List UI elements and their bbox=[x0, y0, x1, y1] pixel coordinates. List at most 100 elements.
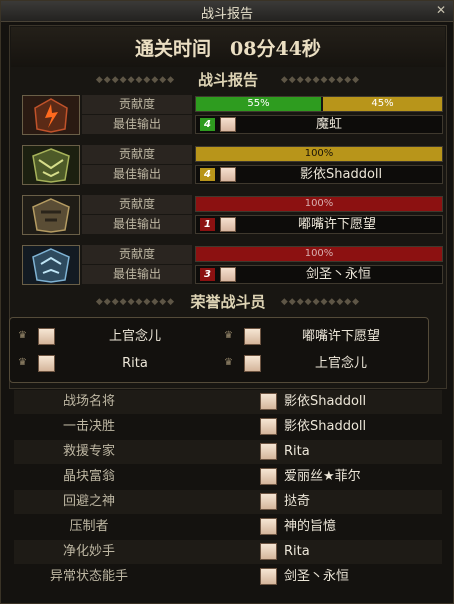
avatar bbox=[260, 568, 277, 585]
avatar bbox=[260, 418, 277, 435]
ornament-left: ◆◆◆◆◆◆◆◆◆◆ bbox=[95, 298, 176, 306]
rank-badge: 4 bbox=[200, 168, 215, 181]
stone-helmet-icon bbox=[22, 195, 80, 235]
avatar bbox=[244, 328, 261, 345]
report-heading: ◆◆◆◆◆◆◆◆◆◆ 战斗报告 ◆◆◆◆◆◆◆◆◆◆ bbox=[10, 70, 446, 90]
award-row: 回避之神 挞奇 bbox=[14, 490, 442, 514]
avatar bbox=[220, 267, 236, 282]
avatar bbox=[260, 518, 277, 535]
award-row: 压制者 神的旨憶 bbox=[14, 515, 442, 539]
contribution-label: 贡献度 bbox=[82, 95, 192, 114]
best-output-label: 最佳输出 bbox=[82, 215, 192, 234]
contribution-bar: 55% 45% bbox=[195, 96, 443, 112]
best-output-label: 最佳输出 bbox=[82, 165, 192, 184]
avatar bbox=[260, 468, 277, 485]
team-row: 贡献度 最佳输出 100% 3 剑圣丶永恒 bbox=[22, 245, 443, 285]
award-player: Rita bbox=[284, 544, 310, 559]
award-player: 影依Shaddoll bbox=[284, 394, 367, 409]
rank-badge: 3 bbox=[200, 268, 215, 281]
honor-player-name: 上官念儿 bbox=[314, 356, 367, 371]
award-player: 爱丽丝★菲尔 bbox=[284, 469, 361, 484]
honor-player-name: 上官念儿 bbox=[108, 329, 161, 344]
close-icon[interactable]: ✕ bbox=[434, 4, 448, 17]
ornament-right: ◆◆◆◆◆◆◆◆◆◆ bbox=[280, 76, 361, 84]
avatar bbox=[220, 167, 236, 182]
honor-entry: ♛ 上官念儿 bbox=[222, 353, 422, 375]
award-title: 救援专家 bbox=[62, 444, 115, 459]
best-output: 1 嘟嘴许下愿望 bbox=[195, 215, 443, 234]
honor-player-name: 嘟嘴许下愿望 bbox=[301, 329, 380, 344]
award-title: 晶块富翁 bbox=[62, 469, 115, 484]
honor-entry: ♛ 上官念儿 bbox=[16, 326, 216, 348]
title-bar: 战斗报告 ✕ bbox=[1, 1, 453, 22]
honor-entry: ♛ 嘟嘴许下愿望 bbox=[222, 326, 422, 348]
best-output-label: 最佳输出 bbox=[82, 265, 192, 284]
award-title: 一击决胜 bbox=[62, 419, 115, 434]
award-row: 一击决胜 影依Shaddoll bbox=[14, 415, 442, 439]
best-player-name: 魔虹 bbox=[316, 117, 343, 132]
clear-time: 通关时间 08分44秒 bbox=[11, 27, 445, 67]
award-title: 异常状态能手 bbox=[49, 569, 128, 584]
best-output-label: 最佳输出 bbox=[82, 115, 192, 134]
award-title: 回避之神 bbox=[62, 494, 115, 509]
avatar bbox=[38, 328, 55, 345]
award-player: Rita bbox=[284, 444, 310, 459]
best-player-name: 剑圣丶永恒 bbox=[306, 267, 372, 282]
honor-heading: ◆◆◆◆◆◆◆◆◆◆ 荣誉战斗员 ◆◆◆◆◆◆◆◆◆◆ bbox=[10, 292, 446, 312]
award-player: 神的旨憶 bbox=[284, 519, 337, 534]
best-player-name: 影依Shaddoll bbox=[300, 167, 383, 182]
award-row: 战场名将 影依Shaddoll bbox=[14, 390, 442, 414]
crown-icon: ♛ bbox=[224, 357, 233, 368]
crown-icon: ♛ bbox=[18, 330, 27, 341]
window-title: 战斗报告 bbox=[200, 7, 253, 22]
contribution-segment: 55% bbox=[196, 97, 321, 111]
avatar bbox=[220, 217, 236, 232]
avatar bbox=[260, 493, 277, 510]
ornament-right: ◆◆◆◆◆◆◆◆◆◆ bbox=[280, 298, 361, 306]
avatar bbox=[260, 543, 277, 560]
best-output: 4 魔虹 bbox=[195, 115, 443, 134]
fire-helmet-icon bbox=[22, 95, 80, 135]
team-row: 贡献度 最佳输出 100% 1 嘟嘴许下愿望 bbox=[22, 195, 443, 235]
avatar bbox=[244, 355, 261, 372]
award-player: 影依Shaddoll bbox=[284, 419, 367, 434]
award-player: 剑圣丶永恒 bbox=[284, 569, 350, 584]
ice-helmet-icon bbox=[22, 245, 80, 285]
award-row: 净化妙手 Rita bbox=[14, 540, 442, 564]
team-row: 贡献度 最佳输出 100% 4 影依Shaddoll bbox=[22, 145, 443, 185]
avatar bbox=[220, 117, 236, 132]
contribution-segment: 45% bbox=[323, 97, 442, 111]
battle-report-window: 战斗报告 ✕ 通关时间 08分44秒 ◆◆◆◆◆◆◆◆◆◆ 战斗报告 ◆◆◆◆◆… bbox=[0, 0, 454, 604]
avatar bbox=[260, 393, 277, 410]
award-row: 救援专家 Rita bbox=[14, 440, 442, 464]
crown-icon: ♛ bbox=[224, 330, 233, 341]
contribution-segment: 100% bbox=[196, 247, 442, 261]
best-output: 3 剑圣丶永恒 bbox=[195, 265, 443, 284]
team-row: 贡献度 最佳输出 55% 45% 4 魔虹 bbox=[22, 95, 443, 135]
honor-player-name: Rita bbox=[122, 356, 148, 371]
award-row: 晶块富翁 爱丽丝★菲尔 bbox=[14, 465, 442, 489]
honor-entry: ♛ Rita bbox=[16, 353, 216, 375]
award-player: 挞奇 bbox=[284, 494, 311, 509]
report-heading-text: 战斗报告 bbox=[197, 71, 258, 89]
award-title: 净化妙手 bbox=[62, 544, 115, 559]
contribution-segment: 100% bbox=[196, 197, 442, 211]
honor-panel: ♛ 上官念儿 ♛ 嘟嘴许下愿望 ♛ Rita ♛ 上官念儿 bbox=[9, 317, 429, 383]
rank-badge: 1 bbox=[200, 218, 215, 231]
best-output: 4 影依Shaddoll bbox=[195, 165, 443, 184]
contribution-bar: 100% bbox=[195, 196, 443, 212]
contribution-bar: 100% bbox=[195, 146, 443, 162]
honor-heading-text: 荣誉战斗员 bbox=[190, 293, 266, 311]
contribution-label: 贡献度 bbox=[82, 145, 192, 164]
crown-icon: ♛ bbox=[18, 357, 27, 368]
avatar bbox=[38, 355, 55, 372]
rank-badge: 4 bbox=[200, 118, 215, 131]
award-title: 压制者 bbox=[69, 519, 109, 534]
award-title: 战场名将 bbox=[62, 394, 115, 409]
contribution-segment: 100% bbox=[196, 147, 442, 161]
avatar bbox=[260, 443, 277, 460]
award-row: 异常状态能手 剑圣丶永恒 bbox=[14, 565, 442, 589]
contribution-bar: 100% bbox=[195, 246, 443, 262]
best-player-name: 嘟嘴许下愿望 bbox=[298, 217, 377, 232]
contribution-label: 贡献度 bbox=[82, 195, 192, 214]
